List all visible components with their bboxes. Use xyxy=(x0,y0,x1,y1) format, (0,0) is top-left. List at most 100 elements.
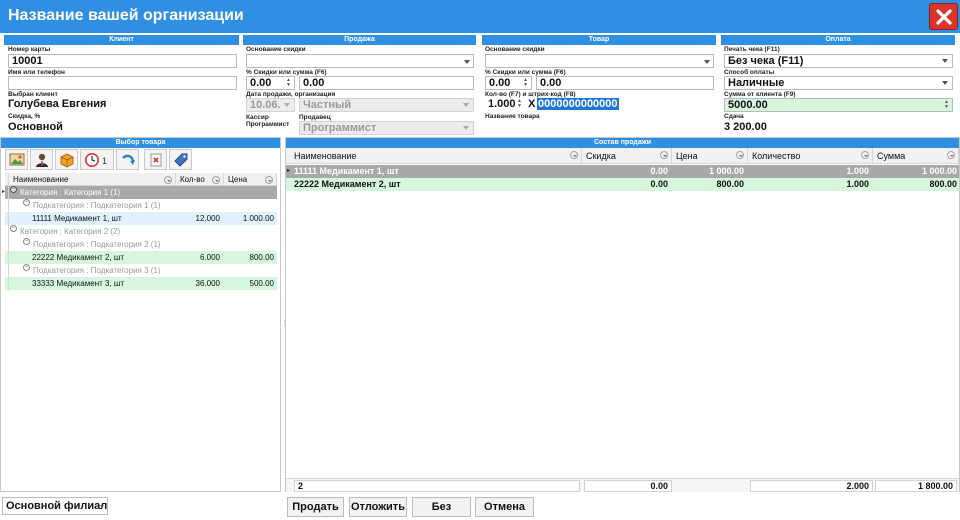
cancel-button[interactable]: Отмена xyxy=(475,497,534,517)
cart-item-qty: 1.000 xyxy=(846,179,869,189)
col-name-label: Наименование xyxy=(13,175,69,184)
row-indicator xyxy=(5,264,9,277)
delete-button[interactable] xyxy=(144,149,167,170)
multiply-sign: X xyxy=(528,98,536,110)
product-row[interactable]: 22222 Медикамент 2, шт 6.000 800.00 xyxy=(5,251,277,264)
stepper-icon[interactable]: ▲ ▼ xyxy=(944,100,949,110)
col-price-label: Цена xyxy=(228,175,248,184)
cart-col-qty[interactable]: Количество xyxy=(748,148,873,164)
cart-col-sum[interactable]: Сумма xyxy=(873,148,959,164)
cart-item-discount: 0.00 xyxy=(650,179,668,189)
row-indicator xyxy=(5,251,9,264)
subcategory-row[interactable]: − Подкатегория : Подкатегория 1 (1) xyxy=(5,199,277,212)
filter-icon[interactable] xyxy=(736,151,744,159)
cart-col-price[interactable]: Цена xyxy=(672,148,748,164)
filter-icon[interactable] xyxy=(570,151,578,159)
sale-panel: Продажа Основание скидки % Скидки или су… xyxy=(243,35,476,135)
product-row[interactable]: 11111 Медикамент 1, шт 12.000 1 000.00 xyxy=(5,212,277,225)
filter-icon[interactable] xyxy=(861,151,869,159)
product-row[interactable]: 33333 Медикамент 3, шт 36.000 500.00 xyxy=(5,277,277,290)
col-price-header[interactable]: Цена xyxy=(224,173,277,186)
price-tag-button[interactable] xyxy=(169,149,192,170)
catalog-header: Выбор товара xyxy=(1,138,280,148)
qty-input[interactable]: 1.000 ▲ ▼ xyxy=(485,98,525,112)
catalog-view-button[interactable] xyxy=(5,149,28,170)
filter-icon[interactable] xyxy=(212,176,220,184)
summary-qty: 2.000 xyxy=(750,480,873,492)
stepper-icon[interactable]: ▲ ▼ xyxy=(517,99,522,109)
cart-col-discount-label: Скидка xyxy=(586,151,616,161)
cart-item-name: 11111 Медикамент 1, шт xyxy=(294,166,399,176)
collapse-icon[interactable]: − xyxy=(23,238,30,245)
print-check-value: Без чека (F11) xyxy=(728,55,804,67)
filter-icon[interactable] xyxy=(947,151,955,159)
discount-value: Основной xyxy=(8,121,63,133)
subcategory-row[interactable]: − Подкатегория : Подкатегория 2 (1) xyxy=(5,238,277,251)
seller-label: Продавец xyxy=(299,114,331,121)
change-label: Сдача xyxy=(724,113,744,120)
row-indicator-icon: ▸ xyxy=(287,168,291,174)
filter-icon[interactable] xyxy=(265,176,273,184)
return-button[interactable] xyxy=(116,149,139,170)
qty-barcode-label: Кол-во (F7) и штрих-код (F8) xyxy=(485,91,576,98)
window-title: Название вашей организации xyxy=(8,7,244,24)
cart-col-discount[interactable]: Скидка xyxy=(582,148,672,164)
summary-discount: 0.00 xyxy=(584,480,672,492)
no-check-button[interactable]: Без xyxy=(412,497,471,517)
close-button[interactable] xyxy=(929,3,958,30)
cart-item-sum: 800.00 xyxy=(929,179,957,189)
chevron-down-icon xyxy=(284,103,290,107)
col-qty-header[interactable]: Кол-во xyxy=(176,173,224,186)
client-button[interactable] xyxy=(30,149,53,170)
sale-percent-input[interactable]: 0.00 ▲ ▼ xyxy=(246,76,295,90)
cart-item-sum: 1 000.00 xyxy=(921,166,957,176)
cart-row[interactable]: 22222 Медикамент 2, шт 0.00 800.00 1.000… xyxy=(286,178,959,191)
cart-row[interactable]: ▸ 11111 Медикамент 1, шт 0.00 1 000.00 1… xyxy=(286,165,959,178)
product-discount-basis-select[interactable] xyxy=(485,54,714,68)
catalog-panel: Выбор товара 1 Наименование Кол-во Цена … xyxy=(0,137,281,492)
history-button[interactable]: 1 xyxy=(80,149,114,170)
sale-org-select[interactable]: Частный xyxy=(299,98,474,112)
postpone-button[interactable]: Отложить xyxy=(349,497,407,517)
product-amount-input[interactable]: 0.00 xyxy=(536,76,714,90)
subcategory-label: Подкатегория : Подкатегория 2 (1) xyxy=(33,240,161,249)
cart-item-name: 22222 Медикамент 2, шт xyxy=(294,179,401,189)
print-check-select[interactable]: Без чека (F11) xyxy=(724,54,953,68)
filter-icon[interactable] xyxy=(164,176,172,184)
payment-method-value: Наличные xyxy=(728,77,785,89)
client-sum-input[interactable]: 5000.00 ▲ ▼ xyxy=(724,98,953,112)
branch-select[interactable]: Основной филиал xyxy=(2,497,108,515)
chevron-down-icon xyxy=(463,126,469,130)
sale-date-input[interactable]: 10.06. xyxy=(246,98,295,112)
collapse-icon[interactable]: − xyxy=(23,199,30,206)
collapse-icon[interactable]: − xyxy=(10,186,17,193)
category-label: Категория : Категория 1 (1) xyxy=(20,188,121,197)
sale-amount-input[interactable]: 0.00 xyxy=(299,76,474,90)
payment-method-select[interactable]: Наличные xyxy=(724,76,953,90)
chevron-down-icon xyxy=(463,103,469,107)
subcategory-row[interactable]: − Подкатегория : Подкатегория 3 (1) xyxy=(5,264,277,277)
sale-discount-basis-select[interactable] xyxy=(246,54,474,68)
stepper-icon[interactable]: ▲ ▼ xyxy=(523,78,528,88)
barcode-input[interactable]: 0000000000000 xyxy=(536,98,714,112)
product-percent-input[interactable]: 0.00 ▲ ▼ xyxy=(485,76,532,90)
name-phone-label: Имя или телефон xyxy=(8,69,65,76)
col-name-header[interactable]: Наименование xyxy=(9,173,176,186)
payment-header: Оплата xyxy=(721,35,955,45)
cart-col-name[interactable]: Наименование xyxy=(286,148,582,164)
print-check-label: Печать чека (F11) xyxy=(724,46,780,53)
name-phone-input[interactable] xyxy=(8,76,237,90)
collapse-icon[interactable]: − xyxy=(23,264,30,271)
sell-button[interactable]: Продать xyxy=(287,497,344,517)
products-button[interactable] xyxy=(55,149,78,170)
seller-select[interactable]: Программист xyxy=(299,121,474,135)
payment-panel: Оплата Печать чека (F11) Без чека (F11) … xyxy=(721,35,955,134)
category-row[interactable]: − Категория : Категория 2 (2) xyxy=(5,225,277,238)
collapse-icon[interactable]: − xyxy=(10,225,17,232)
card-number-input[interactable]: 10001 xyxy=(8,54,237,68)
cart-item-price: 800.00 xyxy=(716,179,744,189)
category-row[interactable]: ▸ − Категория : Категория 1 (1) xyxy=(2,186,277,199)
card-number-label: Номер карты xyxy=(8,46,51,53)
filter-icon[interactable] xyxy=(660,151,668,159)
stepper-icon[interactable]: ▲ ▼ xyxy=(286,78,291,88)
